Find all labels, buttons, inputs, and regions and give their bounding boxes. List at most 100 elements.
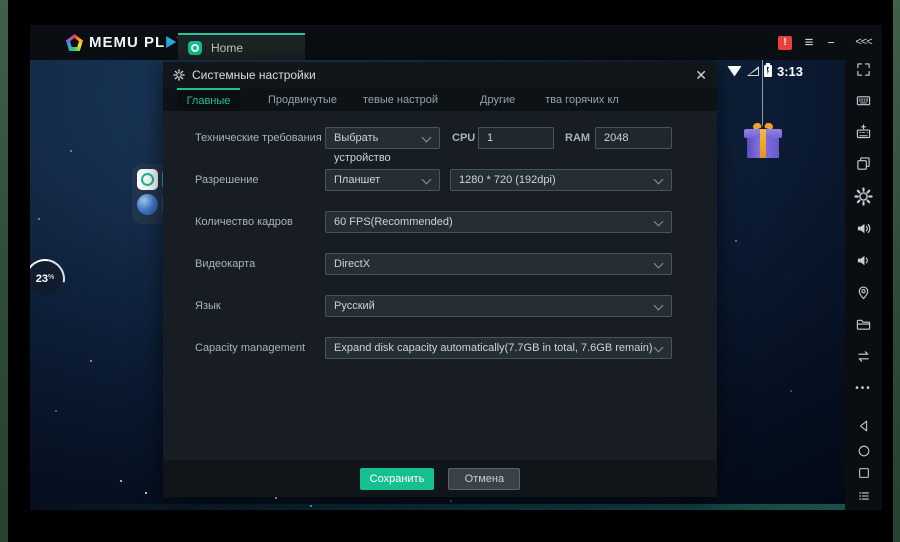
capacity-dropdown[interactable]: Expand disk capacity automatically(7.7GB…: [325, 337, 672, 359]
minimize-button[interactable]: −: [820, 35, 842, 50]
cpu-input[interactable]: 1: [478, 127, 554, 149]
location-pin-icon: [856, 285, 871, 300]
dialog-tab-bar: Главные Продвинутые тевые настрой Другие…: [163, 88, 717, 111]
tab-main[interactable]: Главные: [177, 88, 240, 111]
resolution-dropdown[interactable]: 1280 * 720 (192dpi): [450, 169, 672, 191]
list-menu-icon: [857, 489, 871, 503]
home-tab-label: Home: [211, 41, 243, 55]
device-label: Технические требования: [195, 127, 322, 149]
fullscreen-button[interactable]: [855, 61, 872, 78]
dialog-header[interactable]: Системные настройки ✕: [163, 62, 717, 88]
nav-home-button[interactable]: [855, 442, 872, 459]
device-dropdown-value: Выбрать устройство: [334, 132, 391, 164]
capacity-value: Expand disk capacity automatically(7.7GB…: [334, 342, 653, 354]
wifi-icon: [727, 66, 742, 77]
tab-network[interactable]: тевые настрой: [359, 88, 442, 111]
browser-app-icon[interactable]: [137, 194, 158, 215]
home-tab-icon: [188, 41, 202, 55]
chevron-down-icon: [422, 133, 432, 143]
cpu-percent-sign: %: [48, 274, 54, 281]
alert-badge-icon[interactable]: !: [778, 36, 792, 50]
fps-dropdown[interactable]: 60 FPS(Recommended): [325, 211, 672, 233]
folder-icon: [856, 317, 871, 332]
gpu-label: Видеокарта: [195, 253, 255, 275]
multi-window-button[interactable]: [855, 155, 872, 172]
volume-up-button[interactable]: [855, 220, 872, 237]
android-status-bar: 3:13: [727, 63, 803, 79]
operation-keys-icon: [856, 124, 871, 139]
memu-pentagon-icon: [66, 34, 83, 51]
cpu-percent-value: 23: [36, 273, 48, 285]
chevron-down-icon: [654, 175, 664, 185]
dialog-title: Системные настройки: [192, 68, 316, 82]
collapse-toolbar-button[interactable]: <<<: [855, 33, 872, 50]
language-value: Русский: [334, 300, 375, 312]
virtual-keyboard-button[interactable]: [855, 92, 872, 109]
cell-signal-icon: [747, 66, 759, 76]
shared-folder-button[interactable]: [855, 316, 872, 333]
nav-recents-button[interactable]: [855, 464, 872, 481]
desktop-edge-right: [893, 0, 900, 542]
row-fps: Количество кадров 60 FPS(Recommended): [163, 211, 717, 233]
row-resolution: Разрешение Планшет 1280 * 720 (192dpi): [163, 169, 717, 191]
home-circle-icon: [857, 444, 871, 458]
memu-logo: MEMU PLY: [66, 34, 188, 51]
fps-value: 60 FPS(Recommended): [334, 216, 453, 228]
volume-down-icon: [856, 253, 871, 268]
device-type-value: Планшет: [334, 174, 380, 186]
toolbar-sidebar: <<<: [845, 25, 882, 510]
memu-logo-text: MEMU PLY: [89, 34, 188, 51]
gpu-dropdown[interactable]: DirectX: [325, 253, 672, 275]
gift-box-icon[interactable]: [744, 122, 782, 158]
game-center-app-icon[interactable]: [137, 169, 158, 190]
chevron-down-icon: [422, 175, 432, 185]
tab-other[interactable]: Другие: [476, 88, 519, 111]
performance-widget[interactable]: 23 %: [30, 262, 62, 296]
window-menu-icon[interactable]: ≡: [798, 34, 820, 51]
fps-label: Количество кадров: [195, 211, 293, 233]
resolution-label: Разрешение: [195, 169, 259, 191]
wallpaper-stars: [30, 60, 32, 62]
save-button[interactable]: Сохранить: [360, 468, 435, 490]
device-dropdown[interactable]: Выбрать устройство: [325, 127, 440, 149]
operation-keys-button[interactable]: [855, 123, 872, 140]
row-capacity: Capacity management Expand disk capacity…: [163, 337, 717, 359]
chevron-down-icon: [654, 217, 664, 227]
language-label: Язык: [195, 295, 221, 317]
title-bar: MEMU PLY Home ! ≡ − □ ×: [30, 25, 882, 60]
fullscreen-icon: [856, 62, 871, 77]
rotate-screen-button[interactable]: [855, 348, 872, 365]
dialog-body: Технические требования Выбрать устройств…: [163, 111, 717, 460]
more-dots-icon: •••: [855, 383, 872, 394]
more-options-button[interactable]: •••: [855, 380, 872, 397]
dialog-gear-icon: [173, 69, 185, 81]
rotate-icon: [856, 349, 871, 364]
dialog-close-button[interactable]: ✕: [695, 68, 707, 82]
battery-icon: [764, 65, 772, 77]
nav-back-button[interactable]: [855, 417, 872, 434]
volume-down-button[interactable]: [855, 252, 872, 269]
keyboard-icon: [856, 93, 871, 108]
chevron-down-icon: [654, 259, 664, 269]
chevron-down-icon: [654, 301, 664, 311]
status-clock: 3:13: [777, 64, 803, 79]
tab-advanced[interactable]: Продвинутые: [264, 88, 341, 111]
chevron-down-icon: [654, 343, 664, 353]
volume-up-icon: [856, 221, 871, 236]
ram-label: RAM: [565, 127, 590, 149]
app-menu-button[interactable]: [855, 487, 872, 504]
settings-gear-icon: [854, 187, 873, 206]
ram-input[interactable]: 2048: [595, 127, 672, 149]
location-button[interactable]: [855, 284, 872, 301]
cancel-button[interactable]: Отмена: [448, 468, 520, 490]
tab-home[interactable]: Home: [178, 33, 305, 60]
system-settings-dialog: Системные настройки ✕ Главные Продвинуты…: [163, 62, 717, 497]
logo-text-left: MEMU PL: [89, 34, 165, 51]
language-dropdown[interactable]: Русский: [325, 295, 672, 317]
tab-hotkeys[interactable]: тва горячих кл: [541, 88, 623, 111]
device-type-dropdown[interactable]: Планшет: [325, 169, 440, 191]
settings-button[interactable]: [853, 186, 874, 207]
resolution-value: 1280 * 720 (192dpi): [459, 174, 556, 186]
memu-player-window: MEMU PLY Home ! ≡ − □ × 3:13: [0, 0, 900, 542]
capacity-label: Capacity management: [195, 337, 305, 359]
